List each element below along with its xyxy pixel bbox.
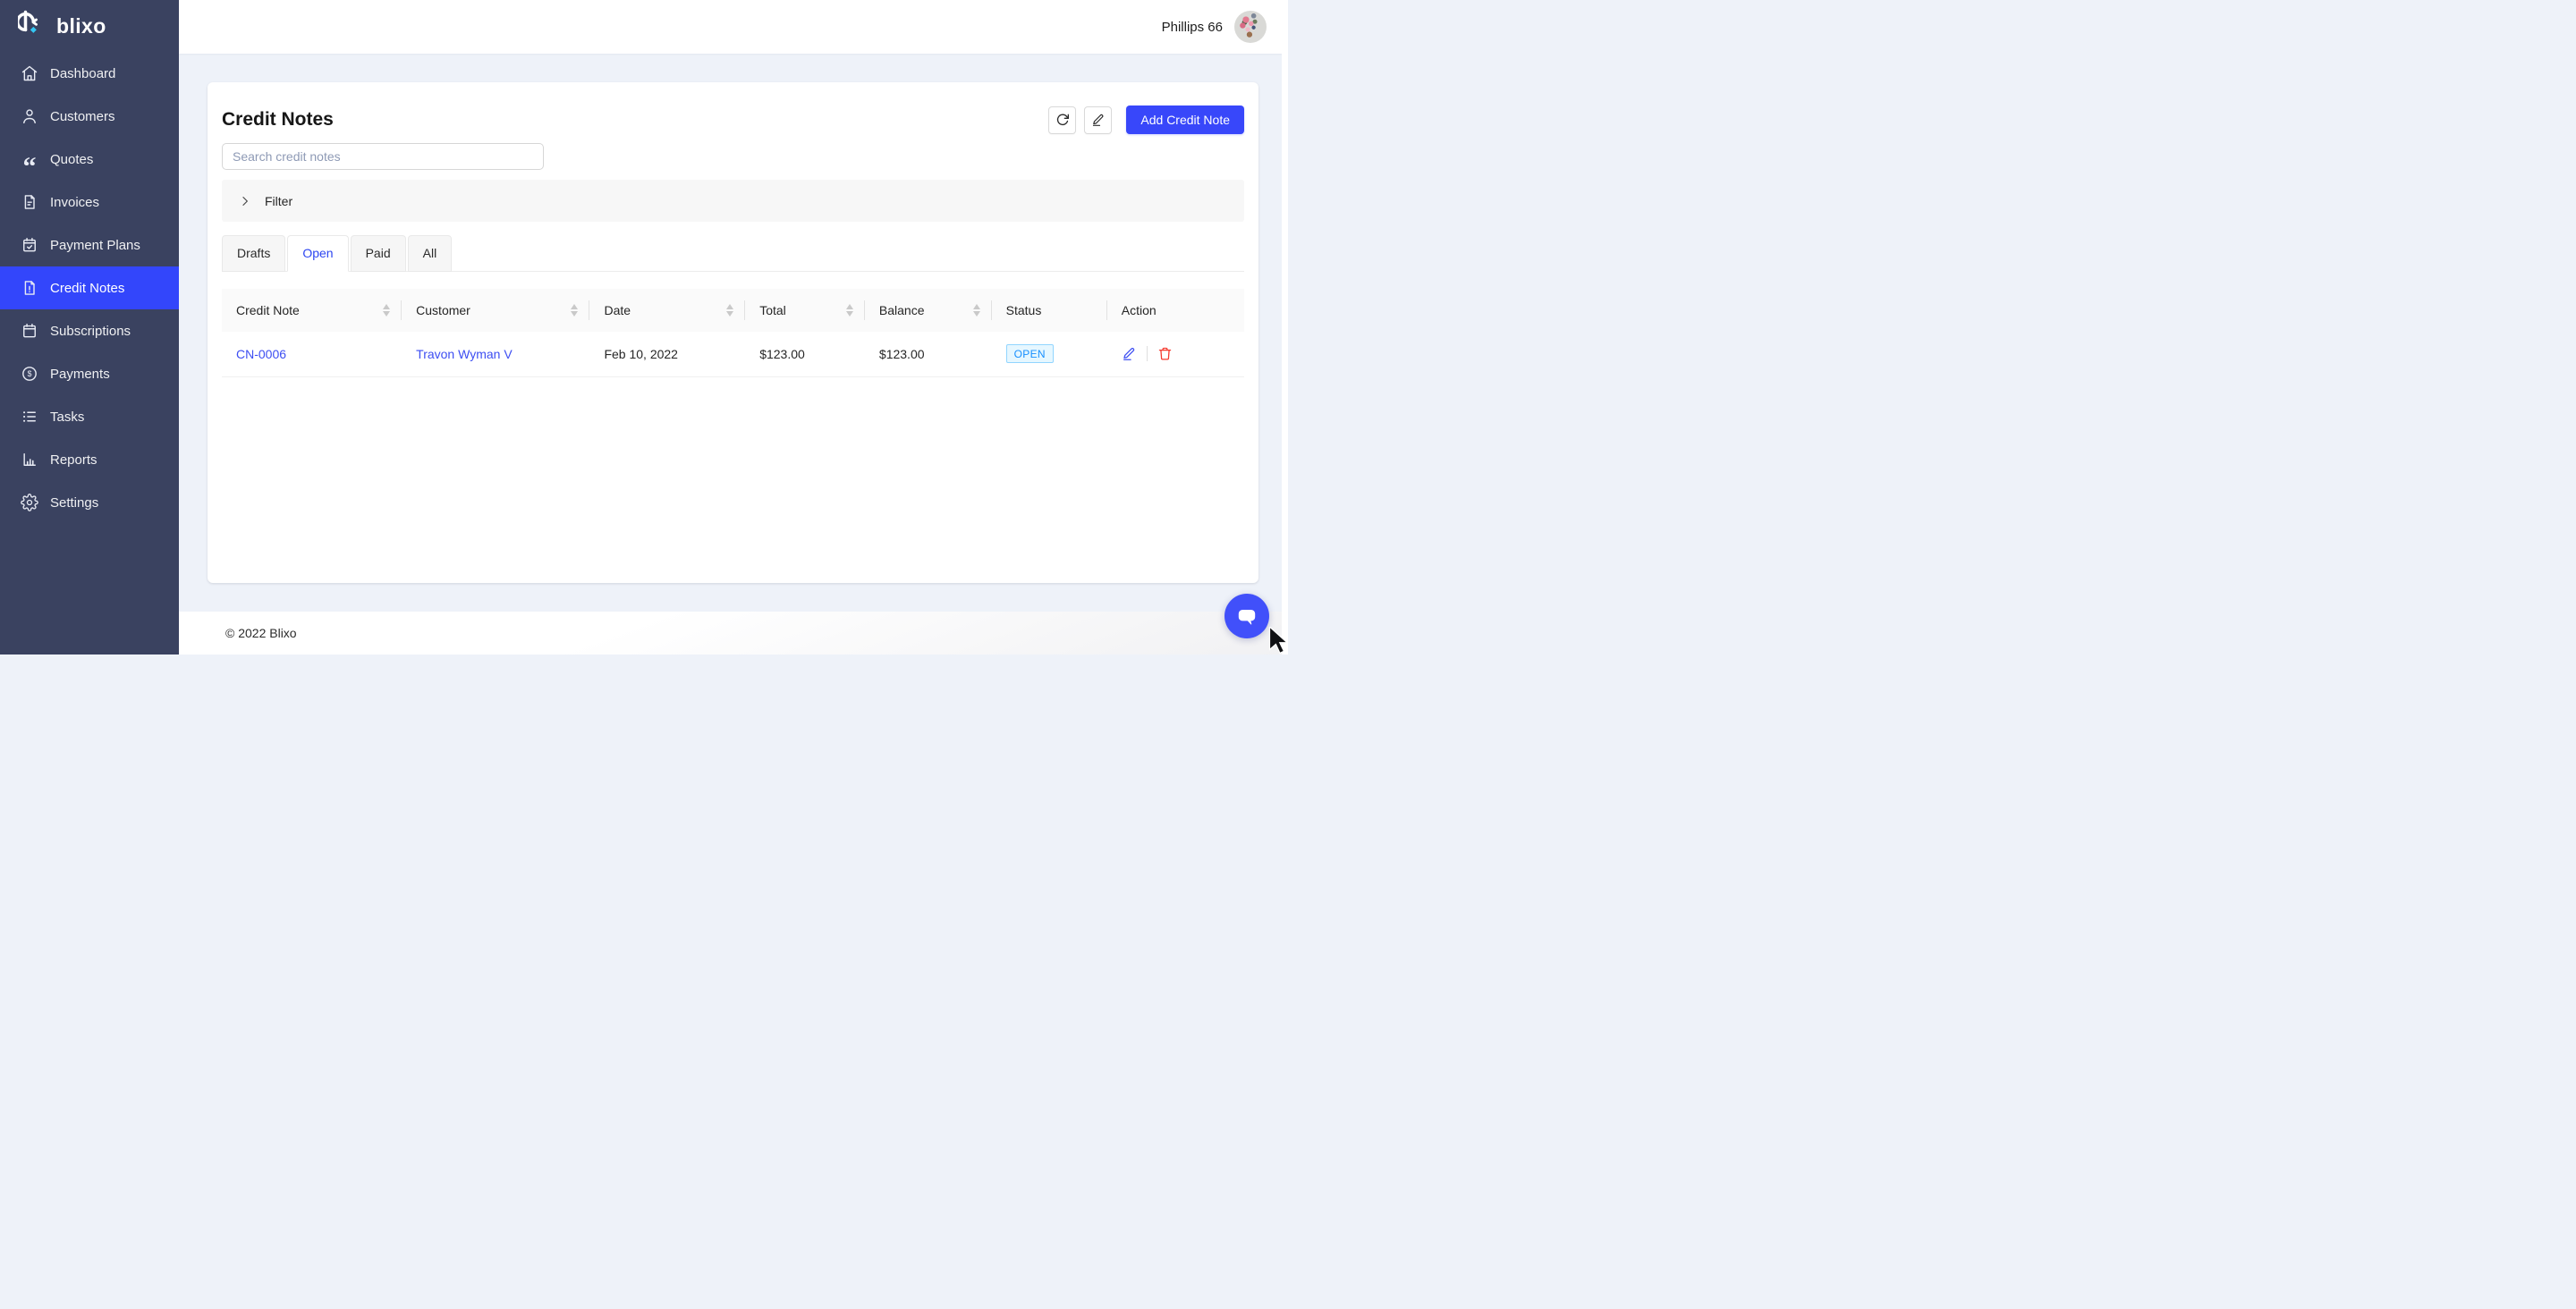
brand-logo[interactable]: blixo: [0, 0, 179, 52]
pencil-icon: [1122, 346, 1137, 361]
sidebar-item-label: Settings: [50, 495, 98, 511]
sidebar-item-label: Subscriptions: [50, 324, 131, 339]
sidebar-item-tasks[interactable]: Tasks: [0, 395, 179, 438]
chevron-right-icon: [239, 195, 251, 207]
column-header-customer[interactable]: Customer: [402, 289, 589, 332]
sort-carets-icon: [571, 304, 578, 317]
sidebar-item-customers[interactable]: Customers: [0, 95, 179, 138]
table-row: CN-0006 Travon Wyman V Feb 10, 2022 $123…: [222, 332, 1244, 376]
user-name: Phillips 66: [1162, 20, 1223, 35]
calendar-check-icon: [21, 236, 38, 254]
divider: [1147, 346, 1148, 361]
gear-icon: [21, 494, 38, 511]
filter-label: Filter: [265, 194, 292, 208]
calendar-icon: [21, 322, 38, 340]
sidebar-item-label: Credit Notes: [50, 281, 124, 296]
copyright-text: © 2022 Blixo: [225, 626, 297, 640]
column-header-action: Action: [1107, 289, 1244, 332]
chat-widget-button[interactable]: [1224, 594, 1269, 638]
user-menu[interactable]: Phillips 66: [1162, 11, 1267, 43]
column-header-credit-note[interactable]: Credit Note: [222, 289, 402, 332]
sidebar-item-dashboard[interactable]: Dashboard: [0, 52, 179, 95]
page-title: Credit Notes: [222, 109, 334, 131]
svg-text:$: $: [28, 369, 32, 378]
status-badge: OPEN: [1006, 344, 1054, 363]
row-edit-button[interactable]: [1122, 346, 1137, 361]
status-tabs: Drafts Open Paid All: [222, 235, 1244, 272]
sidebar-item-label: Customers: [50, 109, 115, 124]
column-header-balance[interactable]: Balance: [865, 289, 992, 332]
column-header-date[interactable]: Date: [589, 289, 745, 332]
sidebar-item-label: Invoices: [50, 195, 99, 210]
sidebar-item-invoices[interactable]: Invoices: [0, 181, 179, 224]
topbar: Phillips 66: [179, 0, 1288, 54]
footer: © 2022 Blixo: [179, 612, 1288, 654]
sidebar: blixo Dashboard Customers “ Quotes: [0, 0, 179, 654]
edit-mode-button[interactable]: [1084, 106, 1112, 134]
sort-carets-icon: [973, 304, 980, 317]
sidebar-item-label: Payment Plans: [50, 238, 140, 253]
column-header-total[interactable]: Total: [745, 289, 865, 332]
credit-note-link[interactable]: CN-0006: [236, 347, 286, 361]
pencil-icon: [1091, 113, 1106, 127]
bar-chart-icon: [21, 451, 38, 469]
chat-bubble-icon: [1235, 604, 1258, 628]
mouse-cursor: [1268, 627, 1288, 654]
content-background: Credit Notes Add Credit Note: [179, 54, 1288, 612]
sidebar-item-settings[interactable]: Settings: [0, 481, 179, 524]
sidebar-item-payments[interactable]: $ Payments: [0, 352, 179, 395]
home-icon: [21, 64, 38, 82]
refresh-button[interactable]: [1048, 106, 1076, 134]
credit-notes-table: Credit Note Customer Date: [222, 289, 1244, 377]
search-input[interactable]: [222, 143, 544, 170]
row-delete-button[interactable]: [1157, 346, 1173, 361]
sidebar-item-payment-plans[interactable]: Payment Plans: [0, 224, 179, 266]
tab-open[interactable]: Open: [287, 235, 348, 272]
sidebar-item-label: Tasks: [50, 410, 84, 425]
sort-carets-icon: [383, 304, 390, 317]
blixo-mark-icon: [18, 9, 48, 44]
sidebar-item-credit-notes[interactable]: Credit Notes: [0, 266, 179, 309]
brand-name: blixo: [56, 14, 106, 38]
dollar-circle-icon: $: [21, 365, 38, 383]
document-icon: [21, 193, 38, 211]
sort-carets-icon: [846, 304, 853, 317]
sidebar-nav: Dashboard Customers “ Quotes Invoices: [0, 52, 179, 524]
trash-icon: [1157, 346, 1173, 361]
balance-cell: $123.00: [865, 332, 992, 376]
filter-toggle[interactable]: Filter: [222, 180, 1244, 222]
tab-all[interactable]: All: [408, 235, 453, 272]
column-header-status: Status: [992, 289, 1107, 332]
list-icon: [21, 408, 38, 426]
app-window: blixo Dashboard Customers “ Quotes: [0, 0, 1288, 654]
refresh-icon: [1055, 113, 1070, 127]
scrollbar[interactable]: [1282, 0, 1288, 654]
tab-drafts[interactable]: Drafts: [222, 235, 285, 272]
sidebar-item-label: Reports: [50, 452, 97, 468]
total-cell: $123.00: [745, 332, 865, 376]
user-icon: [21, 107, 38, 125]
credit-notes-card: Credit Notes Add Credit Note: [208, 82, 1258, 583]
tab-paid[interactable]: Paid: [351, 235, 406, 272]
sort-carets-icon: [726, 304, 733, 317]
avatar: [1234, 11, 1267, 43]
sidebar-item-quotes[interactable]: “ Quotes: [0, 138, 179, 181]
add-credit-note-button[interactable]: Add Credit Note: [1126, 106, 1244, 134]
customer-link[interactable]: Travon Wyman V: [416, 347, 513, 361]
sidebar-item-label: Payments: [50, 367, 110, 382]
sidebar-item-reports[interactable]: Reports: [0, 438, 179, 481]
quote-icon: “: [21, 150, 38, 168]
sidebar-item-label: Quotes: [50, 152, 93, 167]
date-cell: Feb 10, 2022: [589, 332, 745, 376]
sidebar-item-label: Dashboard: [50, 66, 115, 81]
sidebar-item-subscriptions[interactable]: Subscriptions: [0, 309, 179, 352]
main-area: Phillips 66 Credit Notes: [179, 0, 1288, 654]
document-exclamation-icon: [21, 279, 38, 297]
